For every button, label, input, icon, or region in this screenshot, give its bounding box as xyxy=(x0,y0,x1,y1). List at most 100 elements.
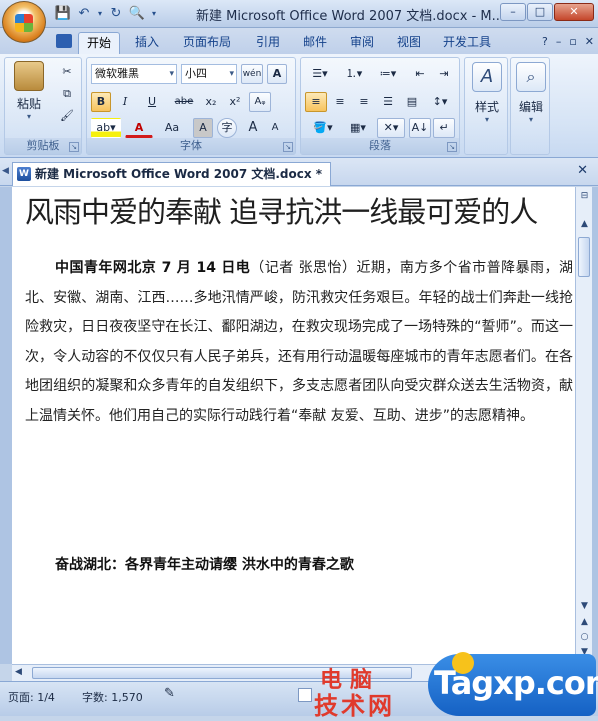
tab-references[interactable]: 引用 xyxy=(256,32,280,54)
document-page[interactable]: 风雨中爱的奉献 追寻抗洪一线最可爱的人 中国青年网北京 7 月 14 日电（记者… xyxy=(12,187,575,664)
tab-review[interactable]: 审阅 xyxy=(350,32,374,54)
font-launcher-icon[interactable]: ↘ xyxy=(283,142,293,152)
scroll-up-icon[interactable]: ▲ xyxy=(577,217,592,232)
scroll-left-icon[interactable]: ◀ xyxy=(15,667,22,677)
sort-icon[interactable]: A↓ xyxy=(409,118,431,138)
bold-button[interactable]: B xyxy=(91,92,111,112)
tab-mailings[interactable]: 邮件 xyxy=(303,32,327,54)
format-painter-icon[interactable]: 🖌 xyxy=(57,106,77,126)
line-spacing-icon[interactable]: ↕▾ xyxy=(425,92,455,112)
paste-button[interactable]: 粘贴 ▾ xyxy=(9,61,49,121)
vertical-scrollbar[interactable]: ⊟ ▲ ▼ ▲ ○ ▼ xyxy=(575,187,592,664)
font-name-combo[interactable]: 微软雅黑 xyxy=(91,64,177,84)
editing-dropdown-icon[interactable]: ▾ xyxy=(514,115,548,124)
text-highlight-button[interactable]: ab▾ xyxy=(91,118,121,138)
previous-page-icon[interactable]: ▲ xyxy=(577,615,592,630)
copy-icon[interactable]: ⧉ xyxy=(57,84,77,104)
minimize-button[interactable]: – xyxy=(500,3,526,21)
scroll-down-icon[interactable]: ▼ xyxy=(577,599,592,614)
borders-icon[interactable]: ▦▾ xyxy=(343,118,373,138)
character-shading-button[interactable]: A xyxy=(193,118,213,138)
align-right-icon[interactable]: ≡ xyxy=(353,92,375,112)
window-controls: – □ ✕ xyxy=(500,3,594,21)
decrease-indent-icon[interactable]: ⇤ xyxy=(409,64,431,84)
doc-restore-icon[interactable]: ▫ xyxy=(569,35,576,48)
ribbon-window-controls: ? – ▫ ✕ xyxy=(542,35,594,48)
proofing-icon[interactable]: ✎ xyxy=(164,686,175,701)
document-subheading: 奋战湖北：各界青年主动请缨 洪水中的青春之歌 xyxy=(55,557,354,573)
multilevel-list-icon[interactable]: ≔▾ xyxy=(373,64,403,84)
chinese-layout-icon[interactable]: ✕▾ xyxy=(377,118,405,138)
tab-scroll-left-icon[interactable]: ◀ xyxy=(2,166,9,176)
tab-insert[interactable]: 插入 xyxy=(135,32,159,54)
paragraph-group-label: 段落 xyxy=(301,138,459,154)
word-app-icon xyxy=(56,34,72,48)
office-button[interactable] xyxy=(2,1,46,43)
next-page-icon[interactable]: ▼ xyxy=(577,645,592,660)
close-button[interactable]: ✕ xyxy=(554,3,594,21)
strikethrough-button[interactable]: abe xyxy=(171,92,197,112)
document-tab[interactable]: W 新建 Microsoft Office Word 2007 文档.docx … xyxy=(12,162,332,186)
maximize-button[interactable]: □ xyxy=(527,3,553,21)
bullets-icon[interactable]: ☰▾ xyxy=(305,64,335,84)
cut-icon[interactable]: ✂ xyxy=(57,62,77,82)
horizontal-scrollbar[interactable]: ◀ xyxy=(12,664,575,681)
tab-page-layout[interactable]: 页面布局 xyxy=(183,32,231,54)
paragraph-lead: 中国青年网北京 7 月 14 日电 xyxy=(55,260,251,276)
clear-formatting-icon[interactable]: Aᵩ xyxy=(249,92,271,112)
customize-qat-icon[interactable]: ▾ xyxy=(149,5,159,23)
styles-icon: A xyxy=(472,62,502,92)
increase-indent-icon[interactable]: ⇥ xyxy=(433,64,455,84)
justify-icon[interactable]: ☰ xyxy=(377,92,399,112)
styles-dropdown-icon[interactable]: ▾ xyxy=(469,115,505,124)
page-count-status[interactable]: 页面: 1/4 xyxy=(8,689,55,705)
underline-button[interactable]: U xyxy=(139,92,165,112)
align-left-icon[interactable]: ≡ xyxy=(305,92,327,112)
vertical-scroll-thumb[interactable] xyxy=(578,237,590,277)
paragraph-launcher-icon[interactable]: ↘ xyxy=(447,142,457,152)
print-preview-icon[interactable]: 🔍 xyxy=(128,5,146,23)
numbering-icon[interactable]: ⒈▾ xyxy=(339,64,369,84)
print-layout-view-icon[interactable] xyxy=(298,688,312,702)
shrink-font-button[interactable]: A xyxy=(265,118,285,138)
align-center-icon[interactable]: ≡ xyxy=(329,92,351,112)
word-doc-icon: W xyxy=(17,167,31,181)
italic-button[interactable]: I xyxy=(115,92,135,112)
word-count-status[interactable]: 字数: 1,570 xyxy=(82,689,143,705)
editing-button[interactable]: ⌕ 编辑 ▾ xyxy=(514,62,548,124)
enclose-characters-icon[interactable]: 字 xyxy=(217,118,237,138)
save-icon[interactable]: 💾 xyxy=(54,5,72,23)
show-marks-icon[interactable]: ↵ xyxy=(433,118,455,138)
undo-icon[interactable]: ↶ xyxy=(75,5,93,23)
tab-view[interactable]: 视图 xyxy=(397,32,421,54)
document-heading: 风雨中爱的奉献 追寻抗洪一线最可爱的人 xyxy=(25,195,538,229)
help-icon[interactable]: ? xyxy=(542,35,548,48)
paste-label: 粘贴 xyxy=(16,97,41,111)
horizontal-scroll-thumb[interactable] xyxy=(32,667,412,679)
redo-icon[interactable]: ↻ xyxy=(107,5,125,23)
undo-dropdown-icon[interactable]: ▾ xyxy=(96,5,104,23)
clipboard-launcher-icon[interactable]: ↘ xyxy=(69,142,79,152)
character-border-icon[interactable]: A xyxy=(267,64,287,84)
quick-access-toolbar: 💾 ↶ ▾ ↻ 🔍 ▾ xyxy=(54,4,159,24)
doc-minimize-icon[interactable]: – xyxy=(556,35,562,48)
doc-close-icon[interactable]: ✕ xyxy=(585,35,594,48)
browse-object-icon[interactable]: ○ xyxy=(577,630,592,645)
ruler-toggle-icon[interactable]: ⊟ xyxy=(577,189,592,204)
change-case-button[interactable]: Aa xyxy=(157,118,187,138)
close-document-icon[interactable]: ✕ xyxy=(577,163,588,178)
tab-home[interactable]: 开始 xyxy=(78,32,121,54)
shading-icon[interactable]: 🪣▾ xyxy=(305,118,341,138)
grow-font-button[interactable]: A xyxy=(243,118,263,138)
font-size-combo[interactable]: 小四 xyxy=(181,64,237,84)
tab-developer[interactable]: 开发工具 xyxy=(443,32,491,54)
distributed-icon[interactable]: ▤ xyxy=(401,92,423,112)
phonetic-guide-icon[interactable]: wén xyxy=(241,64,263,84)
styles-button[interactable]: A 样式 ▾ xyxy=(469,62,505,124)
font-group: 微软雅黑 小四 wén A B I U abe x₂ x² Aᵩ ab▾ A A… xyxy=(86,57,296,155)
font-color-button[interactable]: A xyxy=(125,118,153,138)
superscript-button[interactable]: x² xyxy=(225,92,245,112)
subscript-button[interactable]: x₂ xyxy=(201,92,221,112)
editing-label: 编辑 xyxy=(518,100,543,114)
paste-dropdown-icon[interactable]: ▾ xyxy=(9,112,49,121)
